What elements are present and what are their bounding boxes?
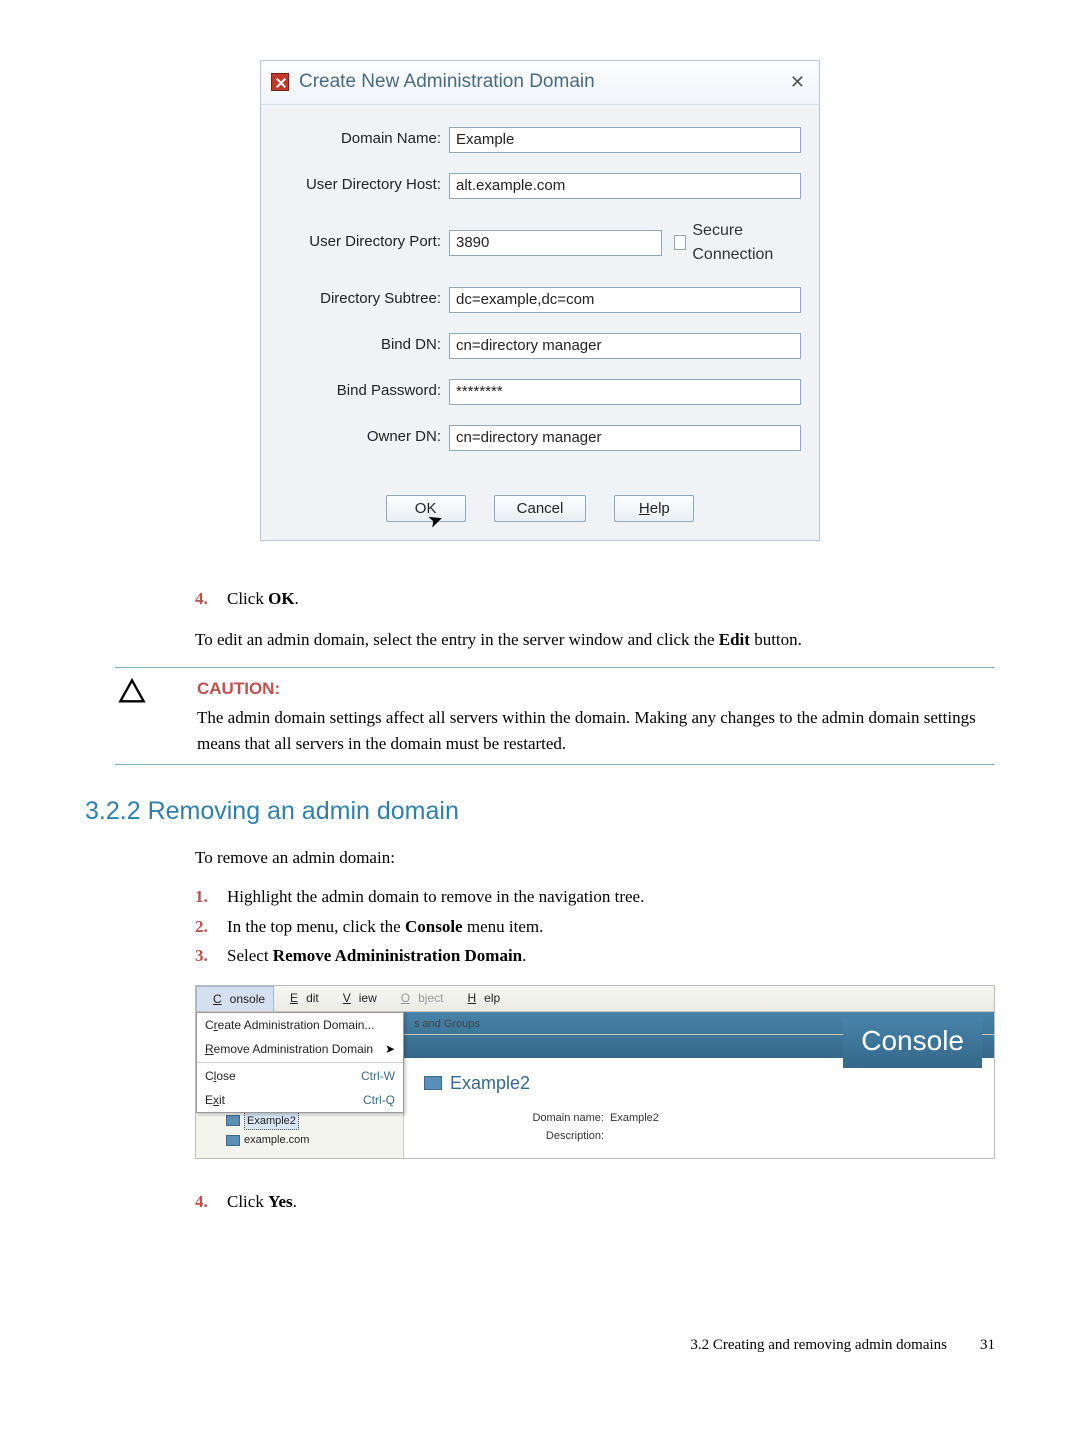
domain-name-input[interactable]	[449, 127, 801, 153]
menu-exit[interactable]: ExitCtrl-Q	[197, 1088, 403, 1112]
caution-block: CAUTION: The admin domain settings affec…	[85, 676, 995, 757]
folder-icon	[424, 1076, 442, 1090]
step-number: 3.	[195, 943, 227, 969]
owner-dn-label: Owner DN:	[279, 426, 449, 449]
domain-name-label: Domain Name:	[279, 128, 449, 151]
console-figure: Console Edit View Object Help Create Adm…	[85, 985, 995, 1159]
menu-close[interactable]: CloseCtrl-W	[197, 1064, 403, 1088]
detail-pane: s and Groups Console Example2 Domain nam…	[404, 1012, 994, 1158]
help-button[interactable]: Help	[614, 495, 694, 522]
app-icon	[271, 73, 289, 91]
step-number: 4.	[195, 586, 227, 612]
detail-domain-name: Domain name:Example2	[424, 1109, 974, 1128]
folder-icon	[226, 1115, 240, 1126]
step-number: 1.	[195, 884, 227, 910]
dialog-title: Create New Administration Domain	[299, 68, 786, 97]
subtree-label: Directory Subtree:	[279, 288, 449, 311]
edit-instruction: To edit an admin domain, select the entr…	[85, 627, 995, 653]
folder-icon	[226, 1135, 240, 1146]
step-text: Click OK.	[227, 586, 299, 612]
tree-item-example-com[interactable]: example.com	[202, 1131, 403, 1150]
detail-description: Description:	[424, 1127, 974, 1146]
bind-pw-input[interactable]	[449, 379, 801, 405]
divider	[115, 667, 995, 668]
step-list-b: 1. Highlight the admin domain to remove …	[85, 884, 995, 969]
close-icon[interactable]: ✕	[786, 69, 809, 96]
caution-text: The admin domain settings affect all ser…	[197, 705, 995, 756]
menubar: Console Edit View Object Help	[196, 986, 994, 1012]
menu-create-domain[interactable]: Create Administration Domain...	[197, 1013, 403, 1037]
bind-dn-input[interactable]	[449, 333, 801, 359]
footer-section: 3.2 Creating and removing admin domains	[690, 1334, 947, 1357]
cancel-button[interactable]: Cancel	[494, 495, 587, 522]
bind-pw-label: Bind Password:	[279, 380, 449, 403]
host-input[interactable]	[449, 173, 801, 199]
menu-console[interactable]: Console	[196, 986, 274, 1011]
host-label: User Directory Host:	[279, 174, 449, 197]
step-list-c: 4. Click Yes.	[85, 1189, 995, 1215]
step-text: Highlight the admin domain to remove in …	[227, 884, 644, 910]
port-input[interactable]	[449, 230, 662, 256]
divider	[115, 764, 995, 765]
menu-remove-domain[interactable]: Remove Administration Domain➤	[197, 1037, 403, 1061]
console-brand: Console	[843, 1018, 982, 1068]
dialog-footer: OK ➤ Cancel Help	[261, 481, 819, 540]
menu-edit[interactable]: Edit	[274, 986, 327, 1011]
dialog-body: Domain Name: User Directory Host: User D…	[261, 105, 819, 481]
section-heading: 3.2.2 Removing an admin domain	[85, 793, 995, 831]
owner-dn-input[interactable]	[449, 425, 801, 451]
step-text: In the top menu, click the Console menu …	[227, 914, 543, 940]
subtree-input[interactable]	[449, 287, 801, 313]
step-text: Select Remove Admininistration Domain.	[227, 943, 526, 969]
step-number: 2.	[195, 914, 227, 940]
menu-help[interactable]: Help	[451, 986, 508, 1011]
caution-icon	[115, 676, 149, 757]
dialog-titlebar: Create New Administration Domain ✕	[261, 61, 819, 105]
step-number: 4.	[195, 1189, 227, 1215]
tree-item-example2[interactable]: Example2	[202, 1111, 403, 1132]
menu-view[interactable]: View	[327, 986, 385, 1011]
menu-object[interactable]: Object	[385, 986, 452, 1011]
remove-intro: To remove an admin domain:	[85, 845, 995, 871]
console-window: Console Edit View Object Help Create Adm…	[195, 985, 995, 1159]
page-number: 31	[967, 1334, 995, 1357]
create-domain-dialog: Create New Administration Domain ✕ Domai…	[260, 60, 820, 541]
page-footer: 3.2 Creating and removing admin domains …	[85, 1334, 995, 1357]
secure-connection-label: Secure Connection	[692, 219, 801, 267]
step-text: Click Yes.	[227, 1189, 297, 1215]
dialog-figure: Create New Administration Domain ✕ Domai…	[85, 60, 995, 541]
cursor-icon: ➤	[385, 1040, 395, 1058]
checkbox-icon	[674, 235, 686, 250]
tab-users-groups[interactable]: s and Groups	[406, 1014, 488, 1035]
caution-title: CAUTION:	[197, 676, 995, 702]
bind-dn-label: Bind DN:	[279, 334, 449, 357]
secure-connection-checkbox[interactable]: Secure Connection	[674, 219, 801, 267]
port-label: User Directory Port:	[279, 231, 449, 254]
console-menu-dropdown: Create Administration Domain... Remove A…	[196, 1012, 404, 1113]
step-list-a: 4. Click OK.	[85, 586, 995, 612]
detail-title: Example2	[424, 1070, 974, 1097]
